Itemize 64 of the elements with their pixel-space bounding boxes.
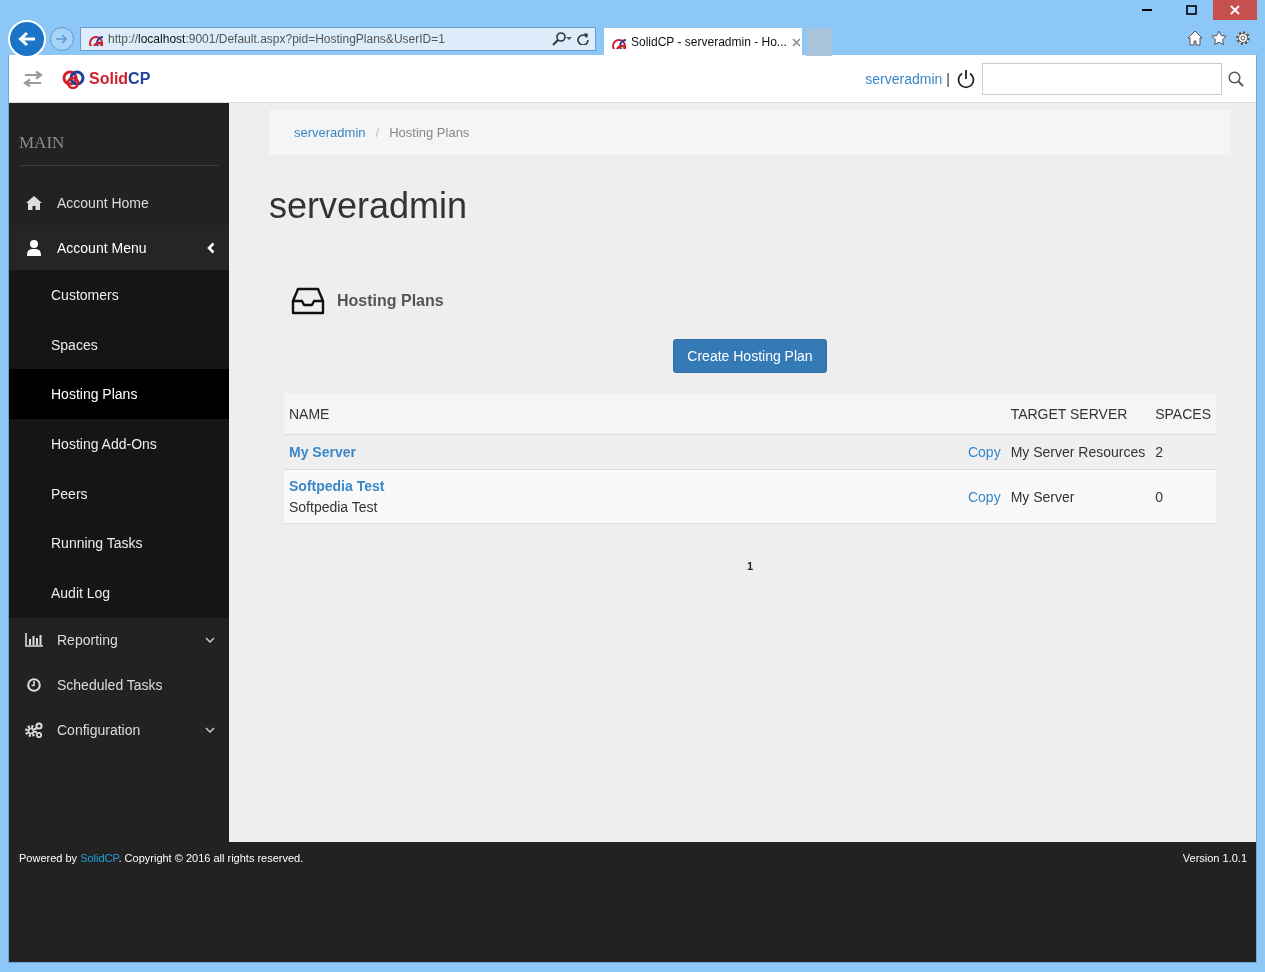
page-link[interactable]: 1 — [746, 560, 754, 572]
plan-link[interactable]: Softpedia Test — [289, 478, 385, 494]
nav-item[interactable]: Account Home — [9, 180, 229, 225]
home-icon — [26, 195, 42, 210]
column-header: SPACES — [1150, 393, 1216, 435]
panel-title: Hosting Plans — [337, 292, 444, 310]
browser-tab[interactable]: SolidCP - serveradmin - Ho... — [604, 28, 802, 56]
nav-subitem[interactable]: Running Tasks — [9, 518, 229, 569]
version-text: Version 1.0.1 — [1182, 852, 1247, 864]
nav-subitem[interactable]: Spaces — [9, 319, 229, 370]
solidcp-link[interactable]: SolidCP — [80, 852, 119, 864]
settings-icon[interactable] — [1235, 30, 1251, 46]
chevron-down-icon — [205, 727, 215, 734]
close-icon[interactable] — [791, 37, 801, 47]
nav-subitem[interactable]: Hosting Plans — [9, 369, 229, 420]
maximize-icon — [1185, 5, 1197, 15]
nav-subitem[interactable]: Customers — [9, 270, 229, 320]
nav-item[interactable]: Reporting — [9, 617, 229, 663]
star-icon[interactable] — [1211, 30, 1227, 46]
arrow-right-icon — [56, 34, 68, 44]
page-title: serveradmin — [269, 185, 469, 227]
inbox-tray-icon — [291, 287, 325, 315]
column-header: TARGET SERVER — [1005, 393, 1151, 435]
nav-subitem[interactable]: Peers — [9, 468, 229, 519]
breadcrumb-link[interactable]: serveradmin — [294, 125, 366, 140]
plan-description: Softpedia Test — [289, 499, 379, 515]
gears-icon — [25, 722, 43, 739]
home-icon[interactable] — [1187, 30, 1203, 46]
chevron-left-icon — [207, 241, 215, 254]
copyright-text: Powered by SolidCP. Copyright © 2016 all rights reserved. — [19, 852, 304, 864]
nav-subitem[interactable]: Hosting Add-Ons — [9, 419, 229, 469]
table-cell: My Server — [1005, 469, 1151, 524]
user-link[interactable]: serveradmin — [865, 70, 943, 87]
minimize-icon — [1142, 9, 1152, 11]
section-heading: MAIN — [19, 103, 219, 166]
table-cell: 2 — [1150, 434, 1216, 470]
close-button[interactable] — [1213, 0, 1257, 20]
nav-item[interactable]: Scheduled Tasks — [9, 662, 229, 708]
close-icon — [1230, 5, 1240, 15]
search-icon[interactable] — [552, 32, 572, 46]
nav-subitem[interactable]: Audit Log — [9, 568, 229, 618]
column-header: NAME — [284, 393, 963, 435]
breadcrumb-current: Hosting Plans — [389, 125, 470, 140]
bar-chart-icon — [25, 633, 43, 648]
address-bar[interactable]: http://localhost:9001/Default.aspx?pid=HostingPlans&UserID=1 — [80, 27, 596, 51]
chevron-down-icon — [205, 637, 215, 644]
tab-title: SolidCP - serveradmin - Ho... — [631, 35, 787, 49]
power-icon[interactable] — [956, 68, 976, 89]
search-field[interactable] — [982, 62, 1222, 95]
table-cell: My Server Resources — [1005, 434, 1151, 470]
clock-icon — [27, 678, 41, 693]
separator-text: | — [946, 70, 950, 87]
search-icon[interactable] — [1228, 70, 1244, 87]
swap-arrows-icon[interactable] — [23, 70, 43, 87]
create-plan-button[interactable]: Create Hosting Plan — [673, 339, 827, 373]
refresh-icon[interactable] — [577, 33, 589, 45]
url-text: http://localhost:9001/Default.aspx?pid=HostingPlans&UserID=1 — [108, 32, 446, 46]
breadcrumb-separator: / — [375, 125, 380, 140]
arrow-left-icon — [18, 31, 36, 47]
logo-text: SolidCP — [89, 69, 151, 88]
nav-item[interactable]: Configuration — [9, 707, 229, 753]
back-button[interactable] — [8, 20, 46, 58]
table-cell: 0 — [1150, 469, 1216, 524]
user-icon — [27, 239, 41, 256]
